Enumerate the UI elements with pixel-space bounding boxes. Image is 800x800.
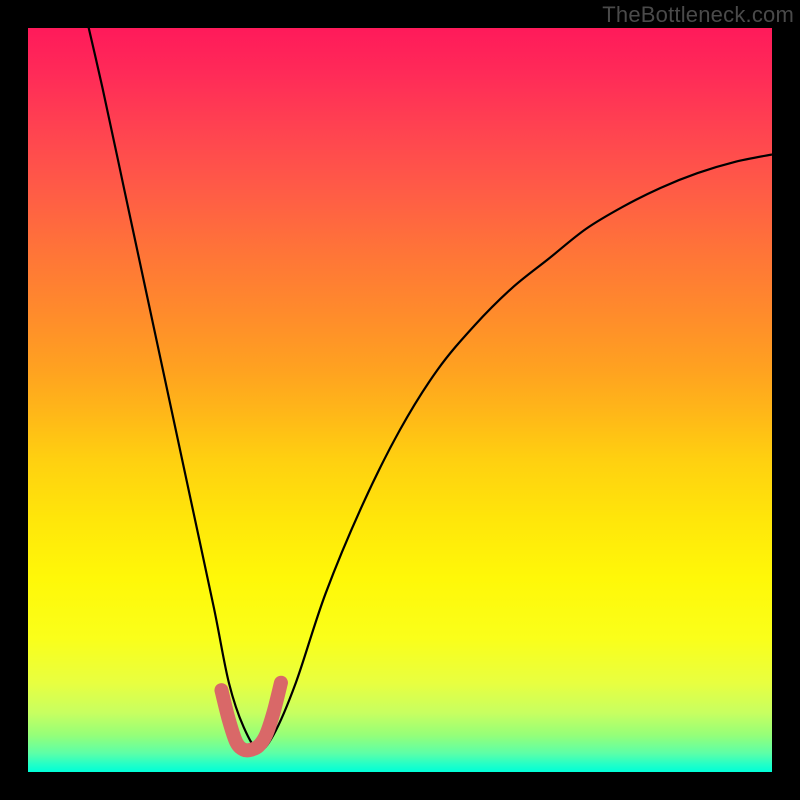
chart-frame	[28, 28, 772, 772]
plot-area	[28, 28, 772, 772]
watermark-text: TheBottleneck.com	[602, 2, 794, 28]
bottleneck-curve	[80, 28, 772, 750]
bottleneck-curve-svg	[28, 28, 772, 772]
